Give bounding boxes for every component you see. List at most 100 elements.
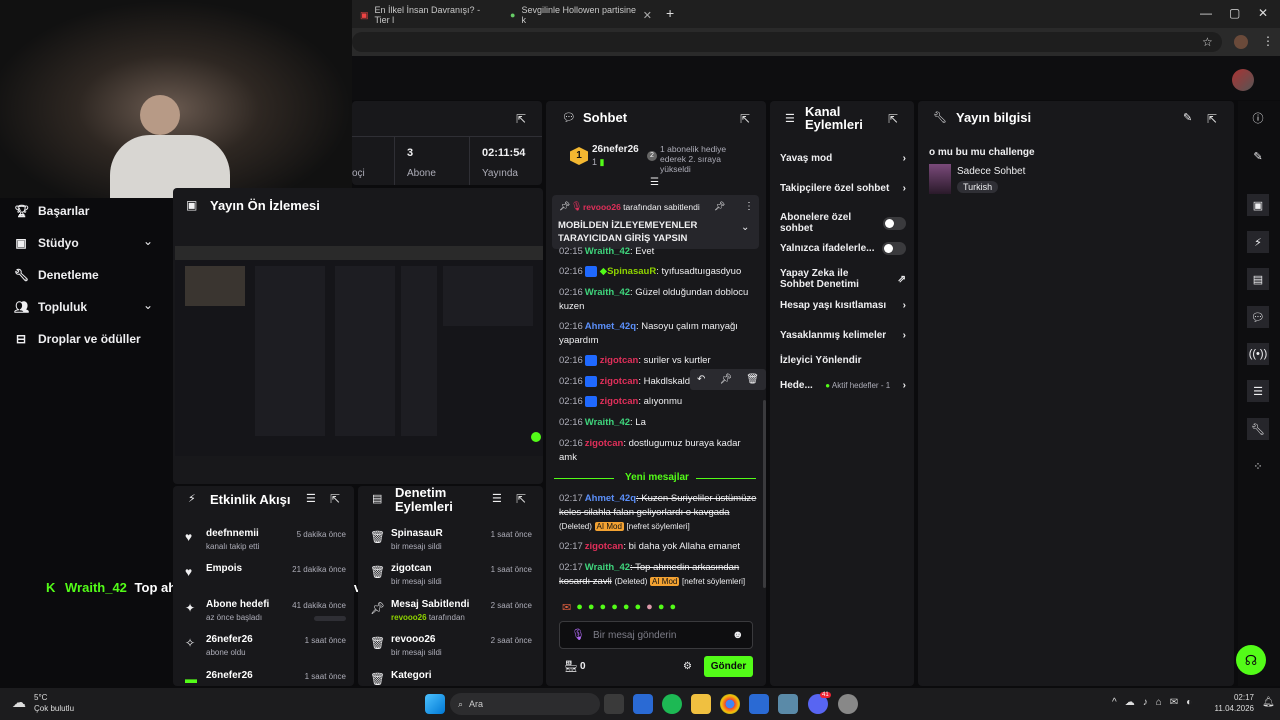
minimize-icon[interactable]: —: [1200, 6, 1212, 20]
chat-scrollbar[interactable]: [763, 400, 766, 588]
emote-icon[interactable]: ●: [576, 601, 583, 614]
msg-user[interactable]: Wraith_42: [585, 287, 630, 298]
doc-icon[interactable]: ▤: [1247, 268, 1269, 290]
profile-avatar-icon[interactable]: [1234, 35, 1248, 49]
chevron-down-icon[interactable]: ⌄: [143, 234, 153, 248]
bookmark-star-icon[interactable]: ☆: [1202, 35, 1213, 49]
browser-tab-1[interactable]: ▣ En İlkel İnsan Davranışı? - Tier l: [352, 4, 500, 26]
emoji-icon[interactable]: ☻: [732, 629, 744, 641]
apps-icon[interactable]: ⁘: [1247, 455, 1269, 477]
sidebar-item-studyo[interactable]: ▣ Stüdyo: [14, 236, 160, 250]
chat-message[interactable]: 02:16 Wraith_42: Güzel olduğundan doblocu…: [559, 286, 759, 314]
emote-icon[interactable]: ●: [623, 601, 630, 614]
filter-lines-icon[interactable]: ☰: [650, 177, 659, 188]
maximize-icon[interactable]: ▢: [1229, 6, 1240, 20]
chat-message[interactable]: 02:16 zigotcan: suriler vs kurtler: [559, 354, 759, 368]
msg-user[interactable]: zigotcan: [600, 376, 639, 387]
category-name[interactable]: Sadece Sohbet: [957, 166, 1025, 177]
chat-message[interactable]: 02:16 zigotcan: alıyonmu: [559, 395, 759, 409]
chat-message[interactable]: 02:17 Ahmet_42q: Kuzen Suriyeliler üstümü…: [559, 492, 759, 534]
mic-icon[interactable]: 🎙︎: [571, 628, 585, 641]
msg-user[interactable]: Ahmet_42q: [585, 321, 636, 332]
unpin-icon[interactable]: 📌︎: [714, 201, 725, 212]
msg-user[interactable]: zigotcan: [585, 541, 624, 552]
reply-icon[interactable]: ↶: [697, 374, 705, 385]
address-bar[interactable]: [352, 32, 1222, 52]
popout-icon[interactable]: ⇱: [740, 112, 750, 126]
sidebar-item-topluluk[interactable]: 👥︎ Topluluk: [14, 300, 87, 314]
store-icon[interactable]: 🏪︎: [564, 660, 578, 673]
more-options-icon[interactable]: ⋮: [744, 201, 754, 212]
action-goals[interactable]: Hede... ● Aktif hedefler - 1 ›: [780, 380, 906, 391]
edit-icon[interactable]: ✎: [1247, 145, 1269, 167]
list-icon[interactable]: ☰: [1247, 380, 1269, 402]
broadcast-icon[interactable]: ((•)): [1247, 343, 1269, 365]
taskbar-search[interactable]: ⌕ Ara: [450, 693, 600, 715]
sidebar-item-droplar[interactable]: ⊟ Droplar ve ödüller: [14, 332, 141, 346]
chat-message[interactable]: 02:16 ◆SpinasauR: tyıfusadtuıgasdyuo: [559, 265, 759, 279]
action-slow-mode[interactable]: Yavaş mod ›: [780, 153, 906, 164]
action-raid[interactable]: İzleyici Yönlendir: [780, 355, 906, 366]
msg-user[interactable]: Wraith_42: [585, 246, 630, 257]
emote-icon[interactable]: ●: [588, 601, 595, 614]
task-view-icon[interactable]: [604, 694, 624, 714]
store-app-icon[interactable]: [633, 694, 653, 714]
sidebar-item-basarilar[interactable]: 🏆︎ Başarılar: [14, 204, 89, 218]
chevron-down-icon[interactable]: ⌄: [741, 222, 749, 233]
subscribers-only-toggle[interactable]: [882, 216, 906, 230]
close-window-icon[interactable]: ✕: [1258, 6, 1268, 20]
popout-icon[interactable]: ⇱: [330, 492, 340, 506]
action-subscribers-only[interactable]: Abonelere özel sohbet: [780, 212, 906, 234]
preview-icon[interactable]: ▣: [1247, 194, 1269, 216]
msg-user[interactable]: Wraith_42: [585, 562, 630, 573]
msg-user[interactable]: Wraith_42: [585, 417, 630, 428]
network-app-icon[interactable]: [778, 694, 798, 714]
popout-icon[interactable]: ⇱: [516, 492, 526, 506]
emote-only-toggle[interactable]: [882, 242, 906, 255]
emote-icon[interactable]: ●: [669, 601, 676, 614]
emote-icon[interactable]: ●: [600, 601, 607, 614]
emote-icon[interactable]: ●: [611, 601, 618, 614]
chat-message[interactable]: 02:17 zigotcan: bi daha yok Allaha emanet: [559, 540, 759, 554]
new-tab-button[interactable]: +: [666, 5, 674, 21]
chevron-down-icon[interactable]: ⌄: [143, 298, 153, 312]
action-emote-only[interactable]: Yalnızca ifadelerle...: [780, 242, 906, 255]
info-icon[interactable]: ⓘ: [1247, 107, 1269, 129]
mail-icon[interactable]: [749, 694, 769, 714]
chat-bubble-icon[interactable]: 💬︎: [1247, 306, 1269, 328]
sidebar-item-denetleme[interactable]: 🔧︎ Denetleme: [14, 268, 99, 282]
hype-user[interactable]: 26nefer26: [592, 144, 639, 155]
spotify-icon[interactable]: [662, 694, 682, 714]
emote-icon[interactable]: ●: [635, 601, 642, 614]
windows-start-icon[interactable]: [425, 694, 445, 714]
msg-user[interactable]: Ahmet_42q: [585, 493, 636, 504]
emote-icon[interactable]: ✉: [562, 601, 571, 614]
edit-pencil-icon[interactable]: ✎: [1183, 111, 1192, 124]
emote-icon[interactable]: ●: [658, 601, 665, 614]
close-tab-icon[interactable]: ✕: [643, 9, 652, 22]
settings-gear-icon[interactable]: ⚙: [683, 661, 692, 672]
pin-icon[interactable]: 📌︎: [719, 374, 732, 385]
action-account-age[interactable]: Hesap yaşı kısıtlaması ›: [780, 300, 906, 311]
filter-icon[interactable]: ☰: [492, 492, 502, 505]
menu-kebab-icon[interactable]: ⋮: [1262, 34, 1274, 48]
lightning-icon[interactable]: ⚡︎: [1247, 231, 1269, 253]
msg-user[interactable]: zigotcan: [585, 438, 624, 449]
system-tray-icons[interactable]: ^☁♪⌂✉◐: [1112, 697, 1200, 708]
action-ai-moderation[interactable]: Yapay Zeka ile Sohbet Denetimi ⇗: [780, 268, 906, 290]
chat-message[interactable]: 02:16 Ahmet_42q: Nasoyu çalım manyağı yap…: [559, 320, 759, 348]
chat-message[interactable]: 02:17 Wraith_42: Top ahmedin arkasından k…: [559, 561, 759, 589]
notifications-icon[interactable]: 🔔︎: [1262, 697, 1275, 708]
trash-icon[interactable]: 🗑︎: [746, 374, 759, 385]
app-icon[interactable]: [838, 694, 858, 714]
chrome-icon[interactable]: [720, 694, 740, 714]
filter-icon[interactable]: ☰: [306, 492, 316, 505]
msg-user[interactable]: SpinasauR: [607, 266, 656, 277]
action-followers-only[interactable]: Takipçilere özel sohbet ›: [780, 183, 906, 194]
browser-tab-2[interactable]: ● Sevgilinle Hollowen partisine k ✕: [502, 4, 660, 26]
wrench-icon[interactable]: 🔧︎: [1247, 418, 1269, 440]
file-explorer-icon[interactable]: [691, 694, 711, 714]
send-button[interactable]: Gönder: [704, 656, 753, 677]
chat-message[interactable]: 02:16 Wraith_42: La: [559, 416, 759, 430]
chat-message[interactable]: 02:15 Wraith_42: Evet: [559, 245, 759, 259]
